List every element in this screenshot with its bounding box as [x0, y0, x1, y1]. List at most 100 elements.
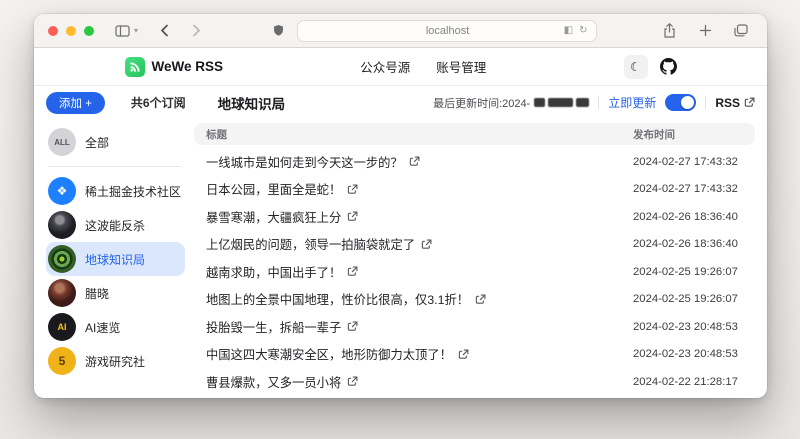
feed-list: ❖ 稀土掘金技术社区 这波能反杀 地球知识局 — [46, 174, 185, 378]
feed-sidebar: ALL 全部 ❖ 稀土掘金技术社区 这波能反杀 — [46, 121, 185, 398]
nav-feeds[interactable]: 公众号源 — [360, 57, 410, 76]
sidebar-feed-item[interactable]: 腊晓 — [46, 276, 185, 310]
feed-label: 地球知识局 — [85, 251, 145, 268]
publish-time: 2024-02-25 19:26:07 — [633, 266, 743, 278]
divider — [705, 96, 706, 109]
external-link-icon — [347, 321, 358, 332]
publish-time: 2024-02-26 18:36:40 — [633, 211, 743, 223]
github-link[interactable] — [660, 58, 677, 75]
translate-icon[interactable]: ◧ — [564, 25, 573, 36]
toggle-knob — [681, 96, 694, 109]
feed-avatar-icon: ❖ — [48, 177, 76, 205]
nav-accounts[interactable]: 账号管理 — [436, 57, 486, 76]
article-link[interactable]: 一线城市是如何走到今天这一步的？ — [206, 153, 633, 171]
all-avatar: ALL — [48, 128, 76, 156]
last-updated-label: 最后更新时间:2024- — [433, 95, 589, 111]
sidebar-divider — [48, 166, 181, 167]
sidebar-toggle-icon[interactable] — [112, 21, 132, 41]
wewe-rss-logo-icon — [125, 57, 145, 77]
publish-time: 2024-02-23 20:48:53 — [633, 321, 743, 333]
sidebar-item-all[interactable]: ALL 全部 — [46, 125, 185, 159]
sidebar-feed-item[interactable]: 地球知识局 — [46, 242, 185, 276]
tab-overview-icon[interactable] — [731, 21, 751, 41]
article-title: 一线城市是如何走到今天这一步的？ — [206, 153, 403, 171]
divider — [598, 96, 599, 109]
column-publish-time: 发布时间 — [633, 127, 743, 142]
article-title: 暴雪寒潮，大疆疯狂上分 — [206, 208, 341, 226]
table-header: 标题 发布时间 — [194, 123, 755, 145]
publish-time: 2024-02-23 20:48:53 — [633, 348, 743, 360]
sidebar-feed-item[interactable]: 这波能反杀 — [46, 208, 185, 242]
subscription-count: 共6个订阅 — [131, 94, 186, 111]
desktop-background: ▾ localhost ◧ ↻ — [0, 0, 800, 439]
article-link[interactable]: 暴雪寒潮，大疆疯狂上分 — [206, 208, 633, 226]
external-link-icon — [475, 294, 486, 305]
fullscreen-button[interactable] — [84, 26, 94, 36]
reload-icon[interactable]: ↻ — [579, 25, 587, 36]
column-title: 标题 — [206, 127, 633, 142]
table-row: 中国这四大寒潮安全区，地形防御力太顶了！ 2024-02-23 20:48:53 — [194, 341, 755, 369]
external-link-icon — [458, 349, 469, 360]
share-icon[interactable] — [659, 21, 679, 41]
article-panel: 标题 发布时间 一线城市是如何走到今天这一步的？ 2024-02-27 17:4… — [194, 121, 755, 398]
article-link[interactable]: 曹县爆款，又多一员小将 — [206, 373, 633, 391]
sidebar-feed-item[interactable]: ❖ 稀土掘金技术社区 — [46, 174, 185, 208]
dark-mode-toggle[interactable]: ☾ — [624, 55, 648, 79]
article-link[interactable]: 中国这四大寒潮安全区，地形防御力太顶了！ — [206, 345, 633, 363]
table-row: 上亿烟民的问题，领导一拍脑袋就定了 2024-02-26 18:36:40 — [194, 231, 755, 259]
external-link-icon — [347, 211, 358, 222]
external-link-icon — [347, 376, 358, 387]
back-icon[interactable] — [154, 21, 174, 41]
table-row: 投胎毁一生，拆船一辈子 2024-02-23 20:48:53 — [194, 313, 755, 341]
traffic-lights — [48, 26, 94, 36]
url-text: localhost — [332, 25, 564, 37]
article-title: 日本公园，里面全是蛇！ — [206, 180, 341, 198]
article-title: 上亿烟民的问题，领导一拍脑袋就定了 — [206, 235, 415, 253]
rss-link[interactable]: RSS — [715, 96, 755, 110]
app-title: WeWe RSS — [152, 59, 224, 74]
article-link[interactable]: 日本公园，里面全是蛇！ — [206, 180, 633, 198]
brand: WeWe RSS — [125, 57, 224, 77]
forward-icon[interactable] — [186, 21, 206, 41]
article-title: 曹县爆款，又多一员小将 — [206, 373, 341, 391]
feed-label: AI速览 — [85, 319, 120, 336]
publish-time: 2024-02-26 18:36:40 — [633, 238, 743, 250]
current-feed-title: 地球知识局 — [218, 93, 286, 113]
external-link-icon — [347, 184, 358, 195]
chevron-down-icon[interactable]: ▾ — [134, 26, 138, 35]
address-bar[interactable]: localhost ◧ ↻ — [297, 20, 597, 42]
article-list: 一线城市是如何走到今天这一步的？ 2024-02-27 17:43:32 日本公… — [194, 148, 755, 396]
close-button[interactable] — [48, 26, 58, 36]
privacy-shield-icon[interactable] — [269, 21, 289, 41]
feed-enabled-toggle[interactable] — [665, 94, 696, 111]
article-link[interactable]: 地图上的全景中国地理，性价比很高，仅3.1折！ — [206, 290, 633, 308]
app-nav: 公众号源 账号管理 — [360, 57, 486, 76]
moon-icon: ☾ — [630, 60, 641, 74]
external-link-icon — [421, 239, 432, 250]
table-row: 暴雪寒潮，大疆疯狂上分 2024-02-26 18:36:40 — [194, 203, 755, 231]
sidebar-feed-item[interactable]: AI AI速览 — [46, 310, 185, 344]
article-link[interactable]: 越南求助，中国出手了！ — [206, 263, 633, 281]
table-row: 地图上的全景中国地理，性价比很高，仅3.1折！ 2024-02-25 19:26… — [194, 286, 755, 314]
sidebar-feed-item[interactable]: 5 游戏研究社 — [46, 344, 185, 378]
feed-avatar-icon: AI — [48, 313, 76, 341]
external-link-icon — [347, 266, 358, 277]
feed-label: 腊晓 — [85, 285, 109, 302]
feed-avatar-icon — [48, 245, 76, 273]
browser-toolbar: ▾ localhost ◧ ↻ — [34, 14, 767, 48]
update-now-button[interactable]: 立即更新 — [608, 94, 656, 111]
feed-label: 稀土掘金技术社区 — [85, 183, 181, 200]
github-icon — [660, 58, 677, 75]
table-row: 曹县爆款，又多一员小将 2024-02-22 21:28:17 — [194, 368, 755, 396]
table-row: 一线城市是如何走到今天这一步的？ 2024-02-27 17:43:32 — [194, 148, 755, 176]
add-feed-button[interactable]: 添加 + — [46, 92, 105, 114]
article-link[interactable]: 投胎毁一生，拆船一辈子 — [206, 318, 633, 336]
app-body: ALL 全部 ❖ 稀土掘金技术社区 这波能反杀 — [34, 119, 767, 398]
feed-label: 全部 — [85, 134, 109, 151]
table-row: 日本公园，里面全是蛇！ 2024-02-27 17:43:32 — [194, 176, 755, 204]
minimize-button[interactable] — [66, 26, 76, 36]
article-link[interactable]: 上亿烟民的问题，领导一拍脑袋就定了 — [206, 235, 633, 253]
publish-time: 2024-02-22 21:28:17 — [633, 376, 743, 388]
feed-toolbar: 添加 + 共6个订阅 地球知识局 最后更新时间:2024- 立即更新 RSS — [34, 86, 767, 119]
new-tab-icon[interactable] — [695, 21, 715, 41]
